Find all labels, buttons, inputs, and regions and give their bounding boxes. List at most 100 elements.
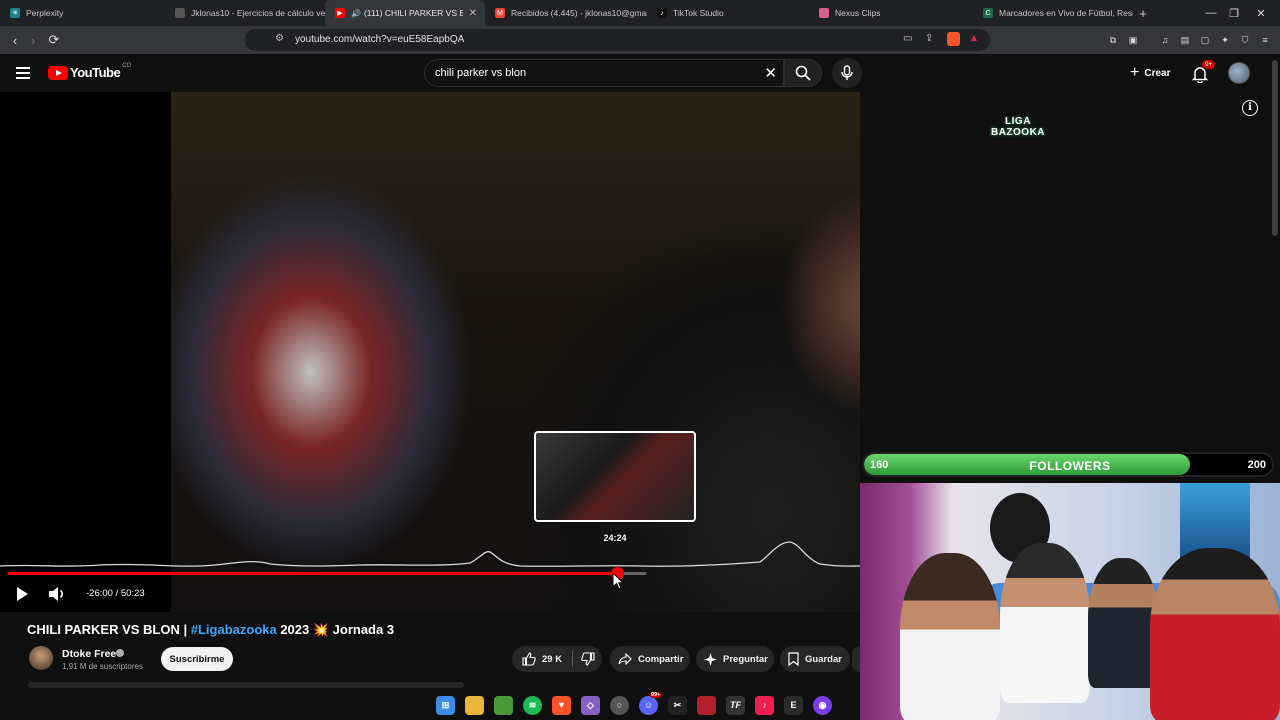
progress-played (8, 572, 618, 575)
gmail-icon: M (495, 8, 505, 18)
reload-icon[interactable]: ⟳ (45, 31, 63, 49)
time-display: -26:00 / 50:23 (86, 588, 145, 599)
channel-avatar[interactable] (29, 646, 53, 670)
create-label: Crear (1144, 67, 1171, 79)
thumbs-up-icon (522, 652, 536, 666)
info-icon[interactable]: i (1242, 100, 1258, 116)
avatar[interactable] (1228, 62, 1250, 84)
cast-icon[interactable]: ▭ (903, 33, 912, 44)
dislike-button[interactable] (573, 652, 602, 666)
media-icon[interactable]: ♫ (1158, 33, 1172, 47)
scrub-preview-thumbnail (534, 431, 696, 522)
windows-icon[interactable]: ⊞ (436, 695, 455, 715)
subscriber-count: 1,91 M de suscriptores (62, 662, 143, 671)
sidebar-icon[interactable]: ▤ (1178, 33, 1192, 47)
new-tab-button[interactable]: + (1133, 6, 1153, 21)
tab-tiktok-studio[interactable]: ♪ TikTok Studio (647, 0, 809, 26)
like-dislike-group: 29 K (512, 646, 602, 672)
page-scrollbar[interactable] (1272, 60, 1278, 236)
obs-icon[interactable]: ◉ (813, 695, 832, 715)
followers-goal: 200 (1247, 459, 1266, 471)
tiktok-icon[interactable]: ♪ (755, 695, 774, 715)
menu-icon[interactable]: ≡ (1258, 33, 1272, 47)
close-tab-icon[interactable]: ✕ (463, 8, 477, 19)
bookmark-save-icon (788, 652, 799, 666)
play-button[interactable] (12, 584, 32, 604)
subscribe-button[interactable]: Suscribirme (161, 647, 233, 671)
volume-button[interactable] (46, 584, 68, 604)
back-icon[interactable]: ‹ (6, 31, 24, 49)
title-text: CHILI PARKER VS BLON | (27, 622, 191, 637)
person-center-left (1000, 543, 1090, 703)
site-info-icon[interactable]: ⚙ (275, 33, 284, 44)
ask-button[interactable]: Preguntar (696, 646, 774, 672)
screenshot-icon[interactable]: ▣ (1126, 33, 1140, 47)
channel-name[interactable]: Dtoke Free (62, 648, 116, 660)
score-icon: C (983, 8, 993, 18)
title-text-end: 2023 💥 Jornada 3 (276, 622, 395, 637)
microphone-icon (841, 65, 853, 80)
brave-icon[interactable]: ▼ (552, 695, 571, 715)
search-value: chili parker vs blon (435, 67, 527, 79)
tab-marcadores[interactable]: C Marcadores en Vivo de Fútbol, Resul (973, 0, 1133, 26)
notifications-button[interactable]: 9+ (1190, 60, 1216, 85)
heatmap-wave (0, 541, 860, 567)
address-bar[interactable]: ⚙ youtube.com/watch?v=euE58EapbQA ▭ ⇪ ▲ (245, 29, 990, 51)
tab-label: Jklonas10 - Ejercicios de cálculo vect (191, 8, 325, 18)
video-title: CHILI PARKER VS BLON | #Ligabazooka 2023… (27, 622, 394, 638)
voice-search-button[interactable] (832, 58, 862, 88)
tab-nexus-clips[interactable]: Nexus Clips (809, 0, 973, 26)
thumbs-down-icon (580, 652, 595, 666)
youtube-play-icon (48, 65, 68, 80)
wallet-icon[interactable]: ▢ (1198, 33, 1212, 47)
spotify-icon[interactable]: ≋ (523, 695, 542, 715)
share-page-icon[interactable]: ⇪ (925, 33, 933, 44)
extensions-icon[interactable]: ⧉ (1106, 33, 1120, 47)
search-input[interactable]: chili parker vs blon ✕ (424, 59, 784, 87)
tab-label: TikTok Studio (673, 8, 724, 18)
create-button[interactable]: + Crear (1124, 62, 1176, 84)
tab-ejercicios[interactable]: Jklonas10 - Ejercicios de cálculo vect (165, 0, 325, 26)
app-red-icon[interactable] (697, 695, 716, 715)
ask-label: Preguntar (723, 653, 768, 665)
person-right (1150, 548, 1280, 720)
speaker-icon: 🔊 (351, 8, 361, 18)
close-window-icon[interactable]: ✕ (1238, 0, 1280, 26)
discord-icon[interactable]: ☺ 99+ (639, 691, 662, 715)
hamburger-menu-icon[interactable] (16, 67, 30, 79)
tab-youtube-video[interactable]: ▶ 🔊 (111) CHILI PARKER VS BLON ✕ (325, 0, 485, 26)
visual-studio-icon[interactable]: ◇ (581, 695, 600, 715)
like-button[interactable]: 29 K (512, 652, 572, 666)
brave-shields-icon[interactable] (947, 32, 960, 46)
play-icon (17, 587, 28, 601)
tab-label: Marcadores en Vivo de Fútbol, Resul (999, 8, 1133, 18)
tab-perplexity[interactable]: ✳ Perplexity (0, 0, 165, 26)
hashtag-link[interactable]: #Ligabazooka (191, 622, 277, 637)
save-button[interactable]: Guardar (780, 646, 850, 672)
more-actions-button[interactable] (852, 646, 860, 672)
nexus-icon (819, 8, 829, 18)
brave-rewards-icon[interactable]: ▲ (969, 33, 979, 44)
youtube-header: YouTube CO chili parker vs blon ✕ + Crea… (0, 54, 1280, 92)
discord-badge: 99+ (650, 691, 662, 698)
clear-search-icon[interactable]: ✕ (764, 64, 777, 82)
vpn-icon[interactable]: ⛉ (1238, 33, 1252, 47)
description-box[interactable] (28, 682, 464, 688)
capcut-icon[interactable]: ✂ (668, 695, 687, 715)
like-count: 29 K (542, 653, 563, 665)
forward-icon[interactable]: › (24, 31, 42, 49)
youtube-logo[interactable]: YouTube CO (48, 63, 131, 80)
search-button[interactable] (784, 59, 822, 87)
liga-bazooka-logo: LIGA BAZOOKA (990, 116, 1046, 138)
chrome-icon[interactable]: ○ (610, 695, 629, 715)
person-center-right (1088, 558, 1158, 688)
tf-icon[interactable]: TF (726, 695, 745, 715)
minecraft-icon[interactable] (494, 695, 513, 715)
youtube-icon: ▶ (335, 8, 345, 18)
explorer-icon[interactable] (465, 695, 484, 715)
progress-bar[interactable] (8, 572, 646, 575)
leo-ai-icon[interactable]: ✦ (1218, 33, 1232, 47)
tab-gmail[interactable]: M Recibidos (4.445) - jklonas10@gmail (485, 0, 647, 26)
share-button[interactable]: Compartir (610, 646, 690, 672)
epic-icon[interactable]: E (784, 695, 803, 715)
